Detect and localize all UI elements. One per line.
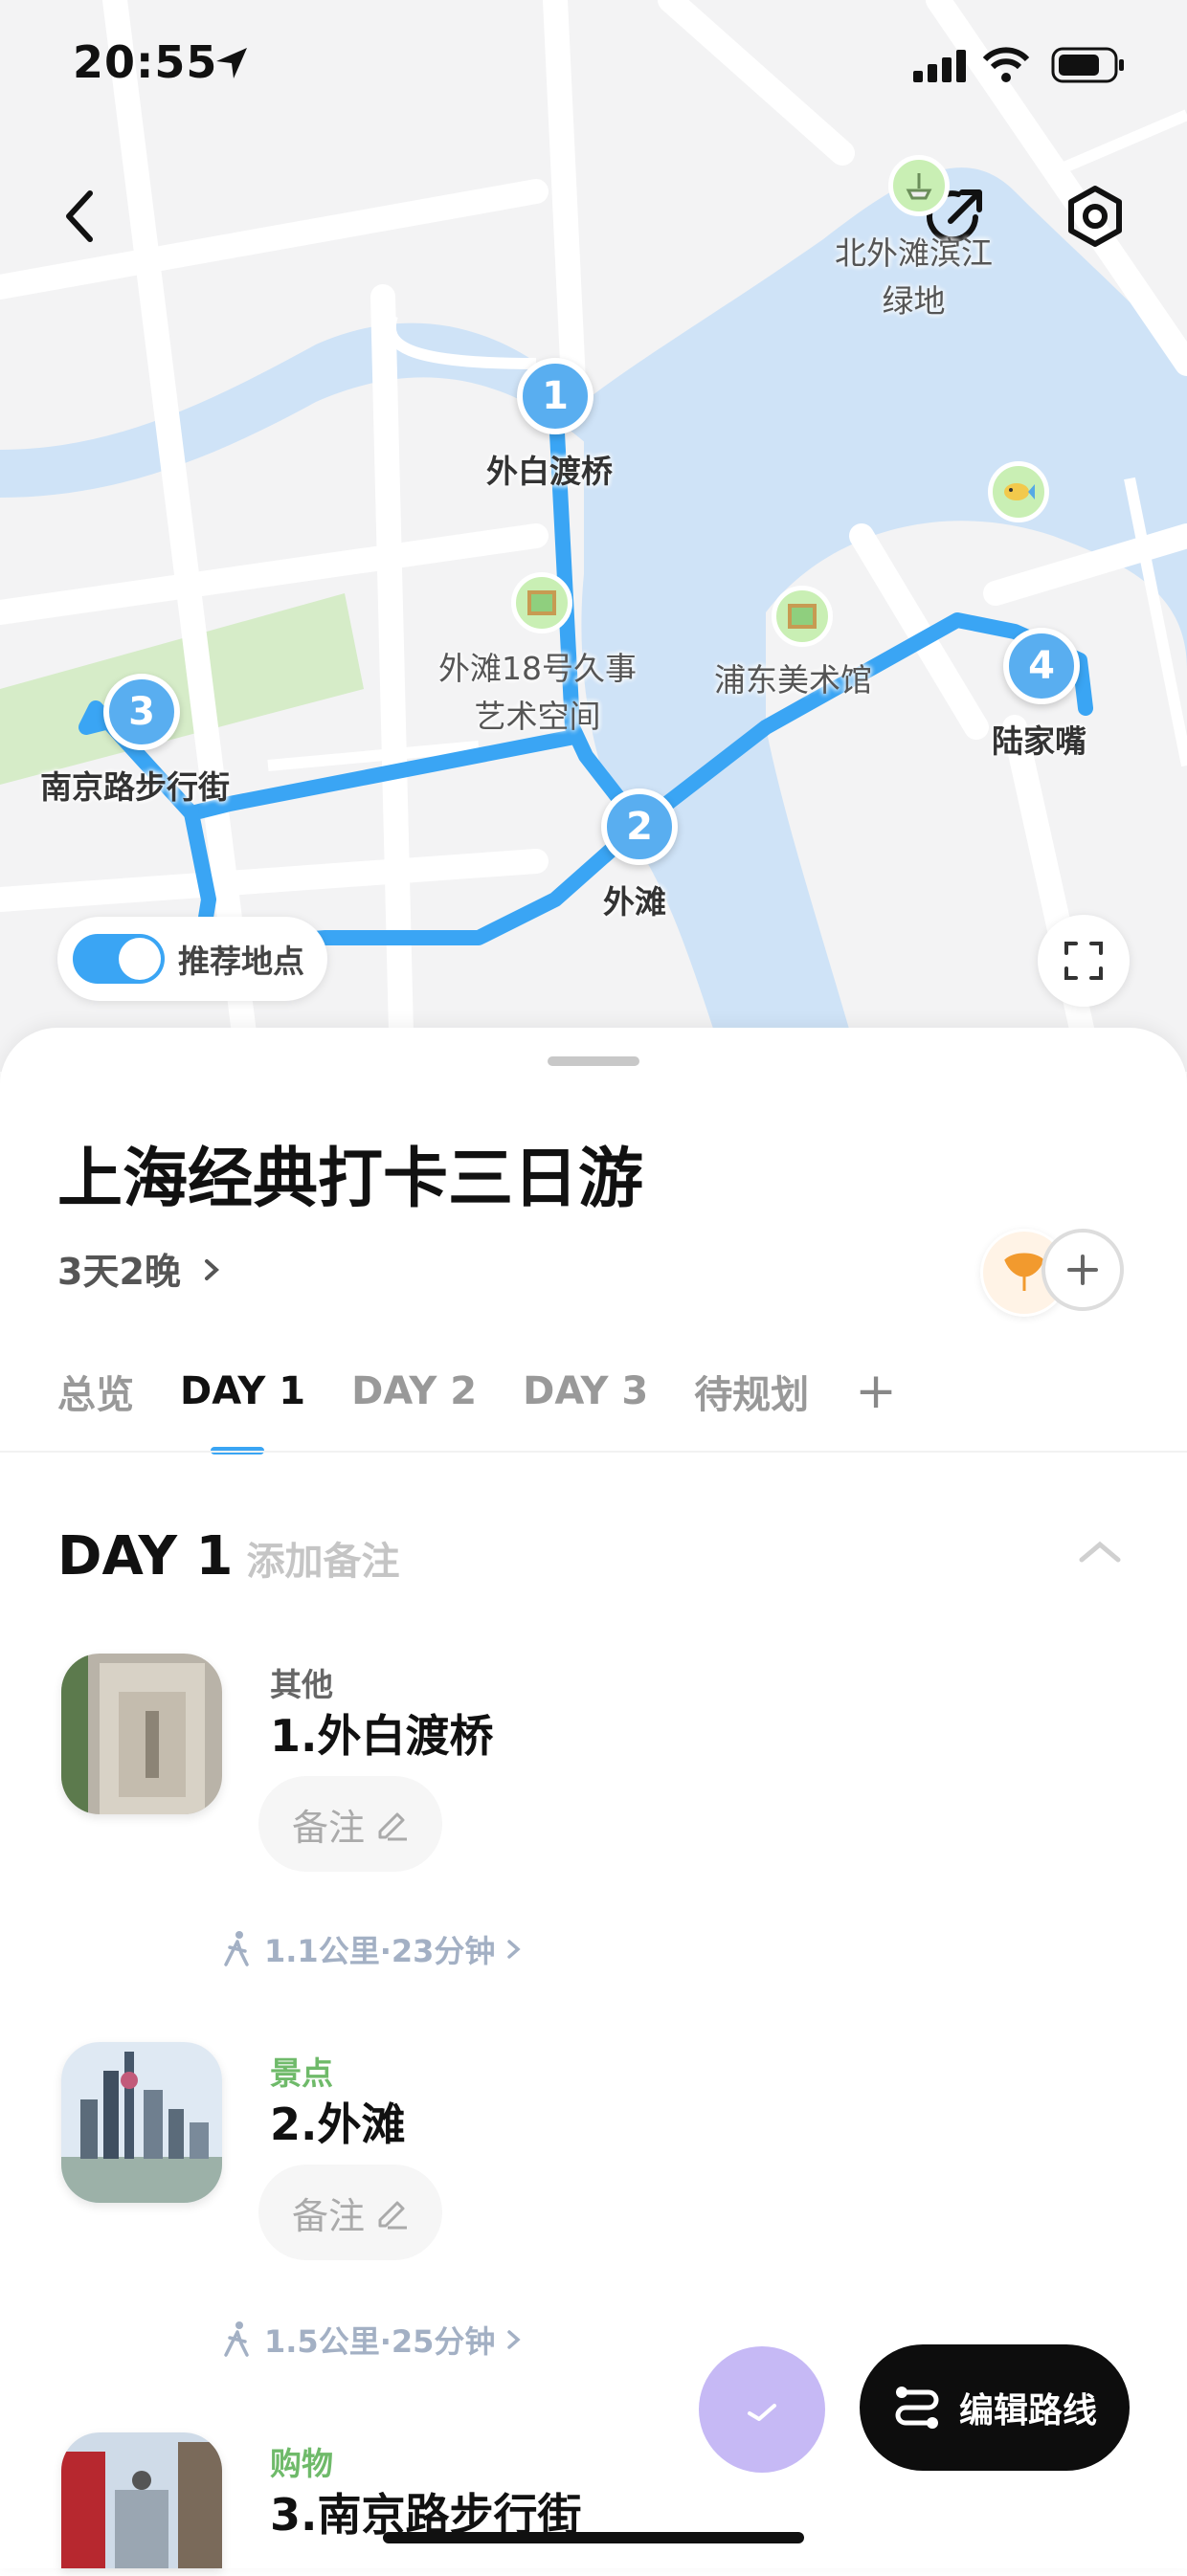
day-tabs: 总览 DAY 1 DAY 2 DAY 3 待规划 + [57, 1353, 943, 1430]
plus-icon [1067, 1255, 1098, 1285]
tab-day-1[interactable]: DAY 1 [180, 1369, 305, 1413]
battery-icon [1051, 47, 1124, 83]
map-pin-label-2: 外滩 [603, 883, 666, 921]
map-canvas [0, 0, 1187, 1072]
toggle-label: 推荐地点 [178, 943, 304, 980]
stop-name[interactable]: 1.外白渡桥 [270, 1701, 493, 1765]
tab-to-plan[interactable]: 待规划 [694, 1364, 809, 1419]
walk-segment-1[interactable]: 1.1公里·23分钟 [220, 1927, 535, 1971]
walk-segment-2[interactable]: 1.5公里·25分钟 [220, 2318, 535, 2362]
stop-thumbnail[interactable] [61, 2042, 222, 2203]
wifi-icon [982, 47, 1030, 82]
checkmark-icon [748, 2404, 776, 2421]
chevron-right-icon [205, 1259, 220, 1280]
poi-label-art-space[interactable]: 外滩18号久事 艺术空间 [438, 645, 637, 741]
back-button[interactable] [42, 178, 119, 255]
list-item-stop-1[interactable]: 其他 1.外白渡桥 备注 [57, 1654, 1130, 1883]
stop-note-button[interactable]: 备注 [258, 2165, 442, 2260]
route-map[interactable]: 20:55 北外滩滨江 绿地 外滩18号久事 艺术空间 浦东美术馆 1 外白渡桥… [0, 0, 1187, 1072]
poi-label-pudong-museum[interactable]: 浦东美术馆 [714, 656, 872, 704]
chevron-left-icon [66, 190, 93, 242]
art-poi-icon[interactable] [511, 572, 572, 633]
trip-members[interactable] [980, 1229, 1124, 1317]
stop-category: 其他 [270, 1666, 333, 1703]
status-time: 20:55 [73, 36, 218, 88]
map-pin-4[interactable]: 4 [1003, 628, 1080, 704]
chevron-right-icon [507, 1940, 522, 1959]
status-bar: 20:55 [0, 0, 1187, 124]
route-icon [895, 2387, 939, 2429]
stop-thumbnail[interactable] [61, 2432, 222, 2568]
map-pin-label-4: 陆家嘴 [992, 722, 1086, 760]
map-pin-2[interactable]: 2 [601, 788, 678, 865]
location-arrow-icon [216, 48, 247, 78]
fullscreen-button[interactable] [1038, 915, 1130, 1007]
tab-day-3[interactable]: DAY 3 [523, 1369, 648, 1413]
stop-thumbnail[interactable] [61, 1654, 222, 1814]
settings-button[interactable] [1057, 178, 1133, 255]
itinerary-sheet: 上海经典打卡三日游 3天2晚 总览 DAY 1 DAY 2 DAY 3 待规划 … [0, 1028, 1187, 2568]
map-pin-1[interactable]: 1 [517, 358, 594, 434]
recommended-places-toggle[interactable]: 推荐地点 [57, 917, 327, 1001]
add-day-tab[interactable]: + [855, 1363, 897, 1420]
stop-category: 景点 [270, 2054, 333, 2092]
map-pin-label-3: 南京路步行街 [40, 768, 230, 806]
fountain-poi-icon[interactable] [888, 155, 950, 216]
add-member-button[interactable] [1041, 1229, 1124, 1311]
add-day-note[interactable]: 添加备注 [246, 1530, 399, 1586]
settings-icon [1068, 186, 1122, 247]
sheet-handle[interactable] [548, 1056, 639, 1066]
poi-label-north-bund[interactable]: 北外滩滨江 绿地 [835, 230, 993, 325]
walking-icon [224, 2321, 249, 2357]
museum-poi-icon[interactable] [772, 586, 833, 647]
stop-name[interactable]: 2.外滩 [270, 2090, 405, 2153]
pencil-icon [378, 1812, 407, 1841]
fullscreen-icon [1064, 942, 1103, 980]
tab-overview[interactable]: 总览 [57, 1364, 134, 1419]
list-item-stop-2[interactable]: 景点 2.外滩 备注 [57, 2042, 1130, 2272]
edit-route-button[interactable]: 编辑路线 [860, 2344, 1130, 2471]
collapse-chevron-up-icon[interactable] [1076, 1537, 1124, 1566]
check-in-button[interactable] [699, 2346, 825, 2473]
cellular-signal-icon [913, 50, 966, 82]
day-title: DAY 1 [57, 1525, 234, 1588]
pencil-icon [378, 2201, 407, 2230]
stop-note-button[interactable]: 备注 [258, 1776, 442, 1872]
stop-category: 购物 [270, 2445, 333, 2482]
trip-title: 上海经典打卡三日游 [57, 1142, 644, 1217]
toggle-switch[interactable] [73, 934, 165, 984]
aquarium-poi-icon[interactable] [988, 461, 1049, 522]
chevron-right-icon [507, 2330, 522, 2349]
day-header: DAY 1 添加备注 [57, 1525, 399, 1588]
map-pin-3[interactable]: 3 [103, 674, 180, 750]
walking-icon [224, 1931, 249, 1966]
map-pin-label-1: 外白渡桥 [486, 453, 613, 490]
trip-duration-link[interactable]: 3天2晚 [57, 1242, 224, 1295]
tab-day-2[interactable]: DAY 2 [351, 1369, 477, 1413]
home-indicator [383, 2532, 804, 2543]
tabs-divider [0, 1451, 1187, 1453]
